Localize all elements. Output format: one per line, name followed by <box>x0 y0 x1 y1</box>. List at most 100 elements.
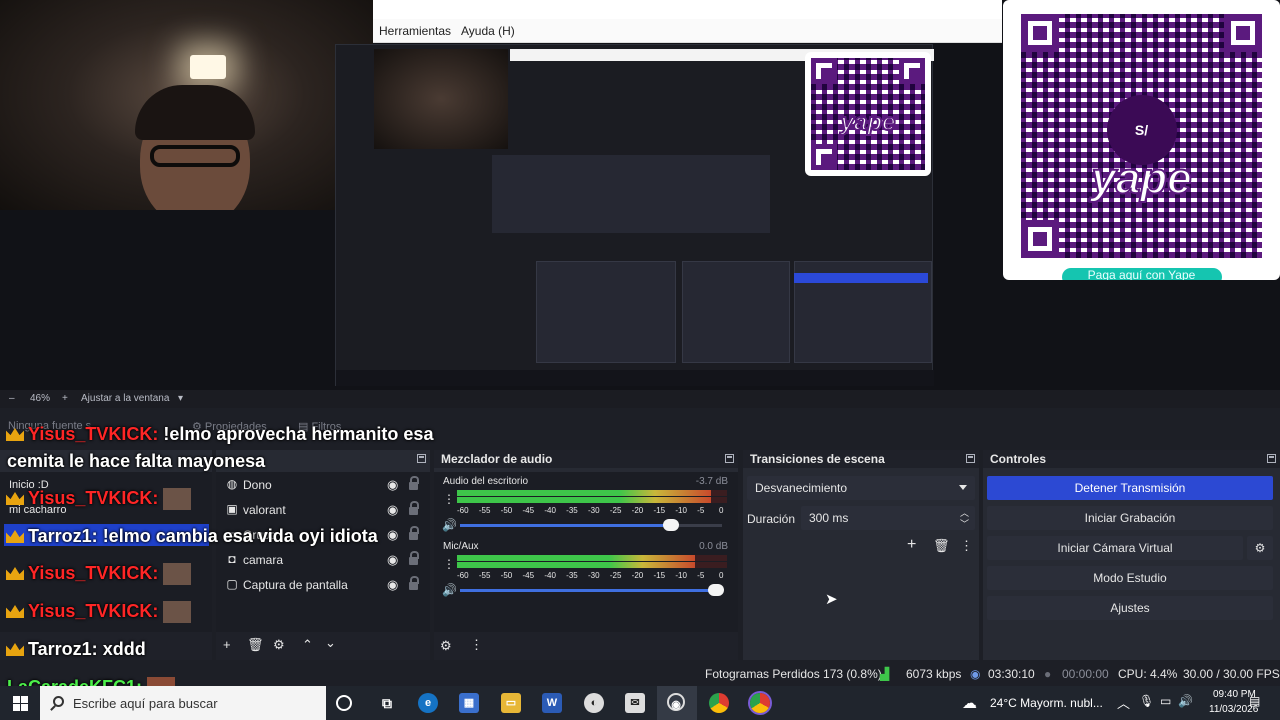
more-icon[interactable]: ⋮ <box>443 492 455 506</box>
start-button[interactable] <box>0 686 40 720</box>
trash-icon[interactable]: 🗑 <box>933 538 950 554</box>
virtual-camera-gear-icon[interactable]: ⚙ <box>1247 536 1273 560</box>
meter-ticks: -60 -55 -50 -45 -40 -35 -30 -25 -20 -15 -10 -5 0 <box>457 506 729 516</box>
qr-finder <box>811 144 837 170</box>
meter-tick-label: -40 <box>544 571 556 580</box>
weather-icon[interactable]: ☁ <box>962 694 977 712</box>
task-view-icon[interactable]: ⧉ <box>377 693 397 713</box>
microphone-icon[interactable]: 🎙 <box>1139 694 1154 708</box>
fit-to-window-select[interactable]: Ajustar a la ventana <box>81 393 169 404</box>
lock-icon[interactable] <box>409 526 419 540</box>
source-name: Dono <box>243 478 272 492</box>
more-icon[interactable]: ⋮ <box>470 637 483 653</box>
transition-select[interactable]: Desvanecimiento <box>747 476 975 500</box>
transitions-title: Transiciones de escena <box>743 450 979 468</box>
app-icon[interactable]: ◐ <box>584 693 604 713</box>
lock-icon[interactable] <box>409 501 419 515</box>
source-item[interactable]: ▢ Captura de pantalla ◉ <box>216 572 430 597</box>
move-up-button[interactable]: ⌃ <box>302 637 313 653</box>
edge-icon[interactable]: e <box>418 693 438 713</box>
network-icon[interactable]: ▭ <box>1160 694 1171 708</box>
spin-down-icon[interactable]: ﹀ <box>960 517 969 530</box>
volume-slider[interactable] <box>460 584 724 596</box>
weather-text[interactable]: 24°C Mayorm. nubl... <box>990 696 1103 710</box>
zoom-out-button[interactable]: – <box>9 393 15 404</box>
chat-user: Yisus_TVKICK: <box>28 488 159 508</box>
eye-icon[interactable]: ◉ <box>387 502 398 518</box>
eye-icon[interactable]: ◉ <box>387 477 398 493</box>
dock-float-icon[interactable] <box>966 454 975 463</box>
volume-knob[interactable] <box>663 519 680 531</box>
mail-icon[interactable]: ✉ <box>625 693 645 713</box>
volume-fill <box>460 589 722 592</box>
zoom-in-button[interactable]: + <box>62 393 68 404</box>
mixer-title: Mezclador de audio <box>434 450 738 468</box>
lock-icon[interactable] <box>409 576 419 590</box>
preview-zoom-bar: – 46% + Ajustar a la ventana ▾ <box>0 390 1280 408</box>
more-icon[interactable]: ⋮ <box>960 538 973 554</box>
speaker-icon[interactable]: 🔊 <box>442 518 457 532</box>
duration-spinbox[interactable]: 300 ms ︿ ﹀ <box>801 506 975 530</box>
meter-tick-label: -10 <box>675 506 687 515</box>
chat-user: Tarroz1: <box>28 639 98 659</box>
settings-button[interactable]: Ajustes <box>987 596 1273 620</box>
meter-tick-label: 0 <box>719 506 724 515</box>
meter-tick-label: -35 <box>566 506 578 515</box>
eye-icon[interactable]: ◉ <box>387 577 398 593</box>
gear-icon[interactable]: ⚙ <box>273 637 285 653</box>
taskbar-search[interactable]: Escribe aquí para buscar <box>40 686 326 720</box>
speaker-icon[interactable]: 🔊 <box>442 583 457 597</box>
source-name: Captura de pantalla <box>243 578 348 592</box>
lock-icon[interactable] <box>409 476 419 490</box>
source-item[interactable]: ◘ camara ◉ <box>216 547 430 572</box>
obs-preview[interactable]: Herramientas Ayuda (H) yape S/ yape Paga… <box>0 0 1280 390</box>
virtual-camera-button[interactable]: Iniciar Cámara Virtual <box>987 536 1243 560</box>
chrome-icon[interactable] <box>709 693 729 713</box>
source-item[interactable]: ◍ Dono ◉ <box>216 472 430 497</box>
qr-finder <box>1021 220 1059 258</box>
move-down-button[interactable]: ⌄ <box>325 635 336 651</box>
chrome-profile-icon[interactable] <box>750 693 770 713</box>
notifications-icon[interactable]: ▤ <box>1249 694 1260 708</box>
crown-icon <box>6 530 24 543</box>
lock-icon[interactable] <box>409 551 419 565</box>
trash-icon[interactable]: 🗑 <box>247 637 264 653</box>
chevron-down-icon[interactable]: ▾ <box>178 393 183 404</box>
eye-icon[interactable]: ◉ <box>387 552 398 568</box>
volume-knob[interactable] <box>708 584 724 596</box>
add-transition-button[interactable]: + <box>907 536 916 554</box>
volume-icon[interactable]: 🔊 <box>1178 694 1193 708</box>
cpu-usage: CPU: 4.4% <box>1118 667 1178 681</box>
obs-icon[interactable]: ◉ <box>667 693 685 711</box>
start-recording-button[interactable]: Iniciar Grabación <box>987 506 1273 530</box>
bitrate: 6073 kbps <box>906 667 962 681</box>
source-item[interactable]: ▣ valorant ◉ <box>216 497 430 522</box>
dock-float-icon[interactable] <box>1267 454 1276 463</box>
channel-name: Audio del escritorio <box>443 476 529 487</box>
explorer-icon[interactable]: ▭ <box>501 693 521 713</box>
word-icon[interactable]: W <box>542 693 562 713</box>
nested-taskbar <box>336 370 934 386</box>
windows-logo-icon <box>13 696 20 703</box>
eye-icon[interactable]: ◉ <box>387 527 398 543</box>
studio-mode-button[interactable]: Modo Estudio <box>987 566 1273 590</box>
crown-icon <box>6 428 24 441</box>
gear-icon[interactable]: ⚙ <box>440 638 452 654</box>
dock-float-icon[interactable] <box>725 454 734 463</box>
dock-float-icon[interactable] <box>417 454 426 463</box>
sources-footer: + 🗑 ⚙ ⌃ ⌄ <box>216 632 430 660</box>
more-icon[interactable]: ⋮ <box>443 557 455 571</box>
source-name: valorant <box>243 503 286 517</box>
volume-slider[interactable] <box>460 519 722 531</box>
meter-tick-label: -10 <box>675 571 687 580</box>
store-icon[interactable]: ▦ <box>459 693 479 713</box>
add-source-button[interactable]: + <box>223 637 231 652</box>
stop-stream-button[interactable]: Detener Transmisión <box>987 476 1273 500</box>
level-fill <box>457 562 695 568</box>
chevron-up-icon[interactable]: ︿ <box>1117 693 1130 712</box>
meter-tick-label: -50 <box>500 571 513 580</box>
cortana-icon[interactable] <box>336 695 352 711</box>
meter-tick-label: -45 <box>522 506 535 515</box>
mouse-cursor-icon: ➤ <box>825 591 838 608</box>
yape-logo-text: yape <box>840 108 897 137</box>
